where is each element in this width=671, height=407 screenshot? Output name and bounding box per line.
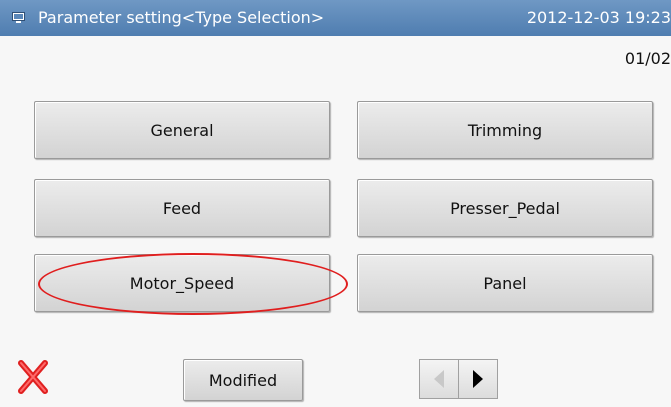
trimming-button[interactable]: Trimming [357,101,653,159]
next-page-button[interactable] [458,359,498,399]
page-indicator: 01/02 [624,49,671,68]
presser-pedal-button-label: Presser_Pedal [450,198,560,218]
motor-speed-button-label: Motor_Speed [129,273,235,293]
presser-pedal-button[interactable]: Presser_Pedal [357,179,653,237]
modified-button-label: Modified [208,370,278,390]
feed-button-label: Feed [162,198,202,218]
triangle-left-icon [434,370,444,388]
close-button[interactable] [18,360,48,394]
motor-speed-button[interactable]: Motor_Speed [34,254,330,312]
modified-button[interactable]: Modified [183,359,303,401]
datetime-display: 2012-12-03 19:23 [526,8,671,27]
general-button-label: General [150,120,214,140]
title-bar: Parameter setting<Type Selection> 2012-1… [0,0,671,36]
feed-button[interactable]: Feed [34,179,330,237]
page-title: Parameter setting<Type Selection> [38,8,325,27]
triangle-right-icon [473,370,483,388]
general-button[interactable]: General [34,101,330,159]
monitor-icon [12,12,25,23]
panel-button[interactable]: Panel [357,254,653,312]
trimming-button-label: Trimming [467,120,543,140]
previous-page-button[interactable] [419,359,459,399]
panel-button-label: Panel [483,273,527,293]
red-x-icon [18,360,48,394]
